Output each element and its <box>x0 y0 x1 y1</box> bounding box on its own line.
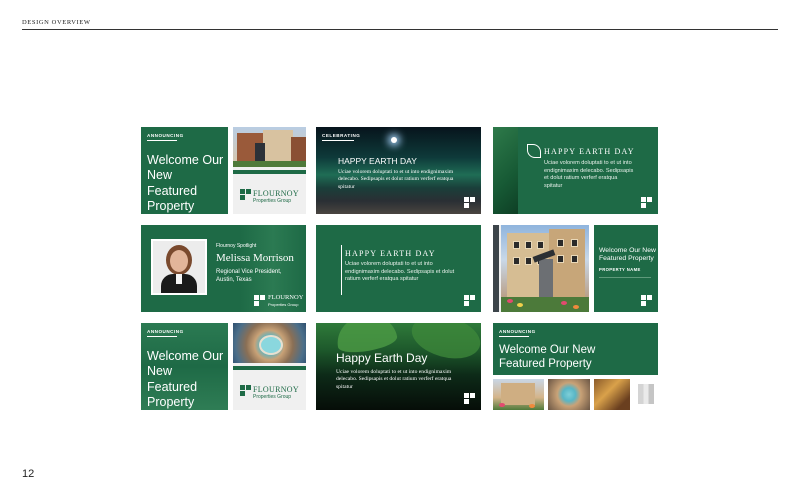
spotlight-kicker: Flournoy Spotlight <box>216 243 257 249</box>
card-body: Uciae volorem doluptati to et ut into en… <box>544 160 634 189</box>
card-body: Uciae volorem doluptati to et ut into en… <box>345 261 455 283</box>
logo-subtitle: Properties Group <box>268 302 299 307</box>
courtyard-pool-photo <box>233 323 306 363</box>
gallery-photo-interior <box>594 379 630 410</box>
card-earth-day-aurora: CELEBRATING HAPPY EARTH DAY Uciae volore… <box>316 127 481 214</box>
property-name-label: PROPERTY NAME <box>599 267 641 272</box>
card-headline: HAPPY EARTH DAY <box>544 147 635 156</box>
card-tag: ANNOUNCING <box>147 133 184 138</box>
card-headline: Welcome Our New Featured Property <box>599 247 656 263</box>
dark-side-bar <box>493 225 499 312</box>
apartment-building-photo <box>501 225 589 312</box>
card-featured-property-text: Welcome Our New Featured Property PROPER… <box>594 225 658 312</box>
card-headline: Welcome Our New Featured Property <box>147 153 224 213</box>
accent-bar <box>233 170 306 174</box>
card-tag: CELEBRATING <box>322 133 361 138</box>
card-tag: ANNOUNCING <box>499 329 536 334</box>
flournoy-logo-icon <box>464 197 475 208</box>
flournoy-logo-icon <box>641 295 652 306</box>
card-headline: Happy Earth Day <box>336 351 428 365</box>
flournoy-logo-icon <box>641 197 652 208</box>
vertical-divider <box>341 245 342 295</box>
card-welcome-property-2: ANNOUNCING Welcome Our New Featured Prop… <box>141 323 228 410</box>
card-spotlight-melissa: Flournoy Spotlight Melissa Morrison Regi… <box>141 225 306 312</box>
accent-bar <box>233 366 306 370</box>
tag-underline <box>147 336 177 337</box>
portrait-frame <box>151 239 207 295</box>
person-role: Regional Vice President, <box>216 269 282 275</box>
card-earth-day-leaf: HAPPY EARTH DAY Uciae volorem doluptati … <box>493 127 658 214</box>
gallery-photo-building <box>493 379 544 410</box>
card-earth-day-plain: HAPPY EARTH DAY Uciae volorem doluptati … <box>316 225 481 312</box>
star-glow <box>391 137 397 143</box>
header-rule <box>22 29 778 30</box>
apartment-building-photo <box>233 127 306 167</box>
flournoy-logo-icon <box>464 393 475 404</box>
card-welcome-property-1-photo-panel: FLOURNOY Properties Group <box>233 127 306 214</box>
gallery-logo-mark <box>634 379 658 410</box>
card-headline: Welcome Our New Featured Property <box>499 344 596 371</box>
person-location: Austin, Texas <box>216 277 252 283</box>
page-header-title: DESIGN OVERVIEW <box>22 19 91 26</box>
logo-wordmark: FLOURNOY <box>253 189 299 198</box>
gallery-photo-pool <box>548 379 590 410</box>
person-name: Melissa Morrison <box>216 252 294 264</box>
tag-underline <box>499 336 529 337</box>
tag-underline <box>322 140 354 141</box>
divider-line <box>599 277 651 278</box>
card-welcome-property-gallery: ANNOUNCING Welcome Our New Featured Prop… <box>493 323 658 375</box>
card-welcome-property-1: ANNOUNCING Welcome Our New Featured Prop… <box>141 127 228 214</box>
page-number: 12 <box>22 468 35 480</box>
card-earth-day-foliage: Happy Earth Day Uciae volorem doluptati … <box>316 323 481 410</box>
card-headline: Welcome Our New Featured Property <box>147 349 224 409</box>
flournoy-logo-icon <box>464 295 475 306</box>
card-featured-property-photo <box>493 225 589 312</box>
logo-wordmark: FLOURNOY <box>253 385 299 394</box>
card-body: Uciae volorem doluptati to et ut into en… <box>338 169 454 190</box>
portrait-photo <box>153 241 205 293</box>
leaf-outline-icon <box>527 144 541 158</box>
flournoy-logo-icon <box>254 295 265 306</box>
logo-subtitle: Properties Group <box>253 394 292 400</box>
card-body: Uciae volorem doluptati to et ut into en… <box>336 369 452 390</box>
logo-wordmark: FLOURNOY <box>268 294 304 301</box>
card-welcome-property-2-photo-panel: FLOURNOY Properties Group <box>233 323 306 410</box>
card-tag: ANNOUNCING <box>147 329 184 334</box>
flournoy-logo-icon <box>240 385 251 396</box>
card-headline: HAPPY EARTH DAY <box>345 249 436 258</box>
flournoy-logo-icon <box>240 189 251 200</box>
logo-subtitle: Properties Group <box>253 198 292 204</box>
leaf-photo-strip <box>493 127 518 214</box>
tag-underline <box>147 140 177 141</box>
card-headline: HAPPY EARTH DAY <box>338 156 417 166</box>
